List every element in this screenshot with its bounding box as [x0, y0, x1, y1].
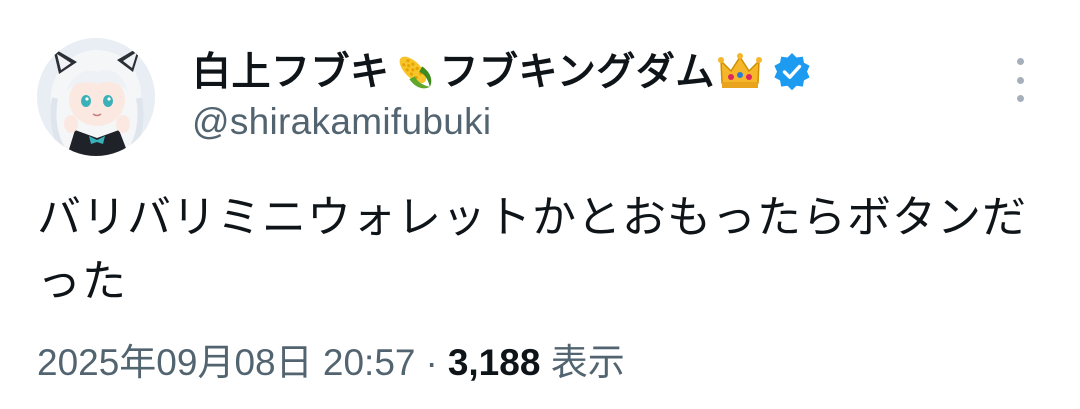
tweet-meta: 2025年09月08日 20:57 · 3,188 表示 [37, 340, 625, 386]
timestamp[interactable]: 2025年09月08日 20:57 [37, 342, 416, 383]
name-row: 白上フブキ フブキングダム [192, 44, 813, 100]
verified-badge-icon[interactable] [771, 51, 813, 93]
display-name-part1[interactable]: 白上フブキ [192, 53, 390, 92]
meta-separator: · [425, 342, 438, 383]
views-label: 表示 [550, 342, 625, 383]
avatar-image [37, 38, 155, 156]
tweet-card: 白上フブキ フブキングダム @shirakamifubuki バリバリミニウォレ… [0, 0, 1080, 409]
corn-emoji [392, 49, 438, 95]
tweet-text: バリバリミニウォレットかとおもったらボタンだった [37, 192, 1027, 307]
crown-emoji [717, 49, 763, 95]
user-handle[interactable]: @shirakamifubuki [192, 100, 491, 144]
display-name-part2[interactable]: フブキングダム [440, 53, 715, 92]
more-options-icon[interactable] [1008, 58, 1032, 102]
views-count[interactable]: 3,188 [448, 342, 541, 383]
avatar[interactable] [37, 38, 155, 156]
